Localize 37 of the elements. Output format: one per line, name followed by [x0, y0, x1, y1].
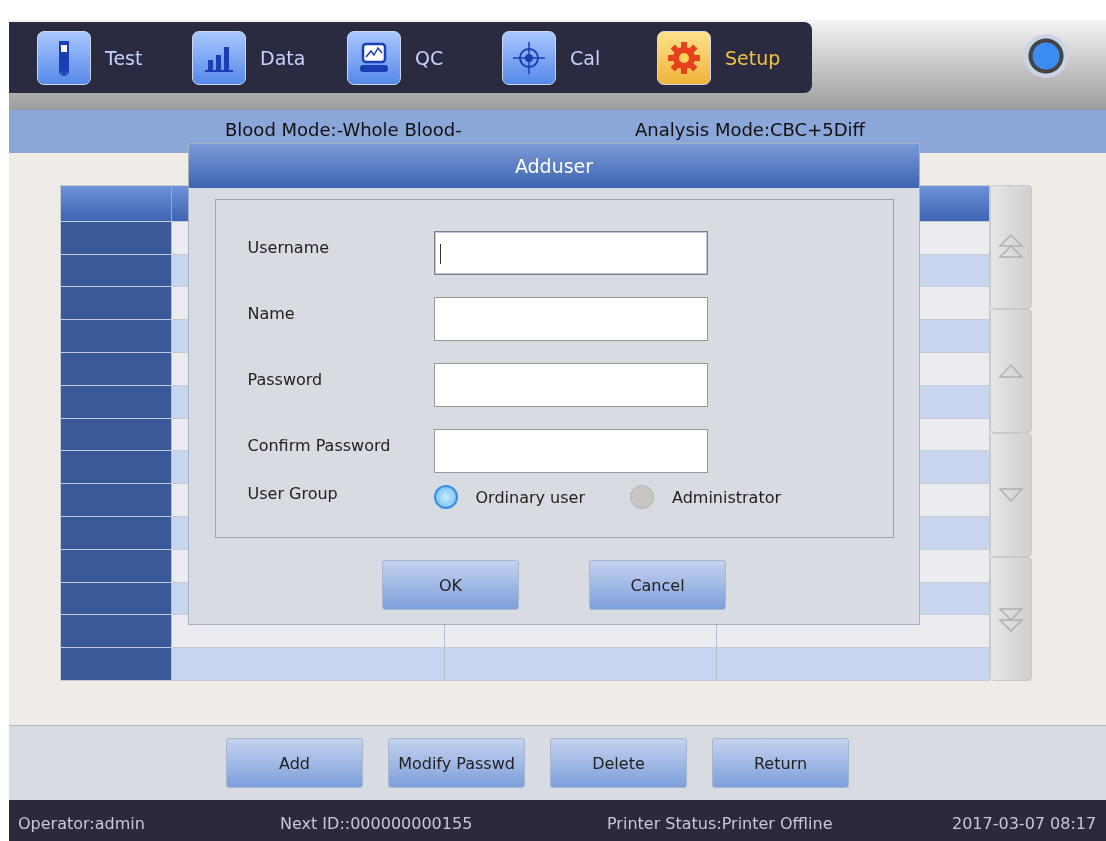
- nav-tab[interactable]: Setup: [657, 30, 812, 85]
- nav-tab[interactable]: Data: [192, 30, 347, 85]
- field-label: Confirm Password: [247, 435, 392, 455]
- scroll-button[interactable]: [990, 185, 1032, 309]
- next-id-text: Next ID::000000000155: [280, 814, 473, 833]
- monitor-icon: [347, 30, 401, 85]
- operator-text: Operator:admin: [18, 814, 145, 833]
- radio-option[interactable]: Ordinary user: [433, 485, 585, 509]
- status-light-icon: [1024, 34, 1068, 78]
- blood-mode-text: Blood Mode:-Whole Blood-: [225, 119, 462, 140]
- field-label: Password: [247, 369, 324, 389]
- nav-tab[interactable]: QC: [347, 30, 502, 85]
- input-field[interactable]: [433, 429, 708, 473]
- datetime-text: 2017-03-07 08:17: [952, 814, 1097, 833]
- dialog-button[interactable]: OK: [382, 560, 519, 610]
- dialog-title: Adduser: [189, 144, 919, 188]
- scroll-button[interactable]: [990, 557, 1032, 681]
- input-field[interactable]: [433, 231, 708, 275]
- field-label: User Group: [247, 483, 339, 503]
- input-field[interactable]: [433, 297, 708, 341]
- dialog-button[interactable]: Cancel: [589, 560, 726, 610]
- crosshair-icon: [502, 30, 556, 85]
- nav-tab[interactable]: Test: [37, 30, 192, 85]
- action-button[interactable]: Delete: [550, 738, 687, 788]
- field-label: Username: [247, 237, 331, 257]
- radio-option[interactable]: Administrator: [629, 485, 782, 509]
- nav-tab[interactable]: Cal: [502, 30, 657, 85]
- bar-chart-icon: [192, 30, 246, 85]
- action-button[interactable]: Return: [712, 738, 849, 788]
- action-button[interactable]: Modify Passwd: [388, 738, 525, 788]
- printer-status-text: Printer Status:Printer Offline: [607, 814, 833, 833]
- field-label: Name: [247, 303, 296, 323]
- action-button[interactable]: Add: [226, 738, 363, 788]
- test-tube-icon: [37, 30, 91, 85]
- input-field[interactable]: [433, 363, 708, 407]
- analysis-mode-text: Analysis Mode:CBC+5Diff: [635, 119, 865, 140]
- gear-icon: [657, 30, 711, 85]
